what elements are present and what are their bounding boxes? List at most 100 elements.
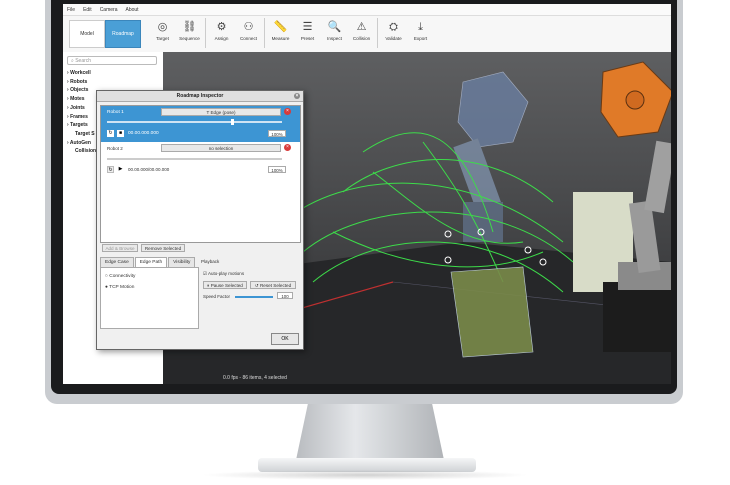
toolbar-separator <box>264 18 265 48</box>
robot-1-timeline-handle[interactable] <box>231 119 234 125</box>
door-panel[interactable] <box>450 266 534 358</box>
validate-icon: ⛭ <box>389 21 398 33</box>
tool-target-button[interactable]: ◎ Target <box>149 18 176 50</box>
speed-factor-slider[interactable] <box>235 296 273 298</box>
tree-item[interactable]: › Objects <box>67 86 96 95</box>
robot-2-speed[interactable]: 100% <box>268 166 286 173</box>
reset-selected-button[interactable]: ↺ Reset Selected <box>250 281 296 289</box>
tool-label: Validate <box>385 36 402 41</box>
loop-icon[interactable]: ↻ <box>107 130 114 137</box>
monitor-frame: File Edit Camera About Model Roadmap ◎ Ta… <box>45 0 683 404</box>
connect-icon: ⚇ <box>243 21 254 33</box>
search-input[interactable]: ⌕ Search <box>67 56 157 65</box>
tree-item-label: AutoGen <box>69 139 91 146</box>
tree-item-label: Objects <box>70 87 89 94</box>
robot-list: Robot 1 T Edge (pose) × ↻ ■ 00.00.000.00… <box>100 105 301 243</box>
tree-item[interactable]: › Joints <box>67 104 96 113</box>
viewport-status: 0.0 fps - 86 items, 4 selected <box>223 375 287 381</box>
robot-1-target-field[interactable]: T Edge (pose) <box>161 108 281 116</box>
add-browse-button[interactable]: Add & Browse <box>102 244 138 252</box>
tree-item[interactable]: › Motes <box>67 95 96 104</box>
dialog-tabs: Edge Case Edge Path Visibility <box>100 257 196 267</box>
tree-item[interactable]: Target S <box>67 130 96 139</box>
tree-item[interactable]: › Frames <box>67 113 96 122</box>
monitor-stand-neck <box>296 404 444 460</box>
tool-measure-button[interactable]: 📏 Measure <box>267 18 294 50</box>
robot-1-row[interactable]: Robot 1 T Edge (pose) × ↻ ■ 00.00.000.00… <box>101 106 300 142</box>
close-icon[interactable]: × <box>294 93 300 99</box>
menu-edit[interactable]: Edit <box>83 4 92 15</box>
tool-label: Measure <box>271 36 290 41</box>
ok-button[interactable]: OK <box>271 333 299 345</box>
tool-assign-button[interactable]: ⚙ Assign <box>208 18 235 50</box>
playback-panel: Playback ☑ Auto-play motions ⏸ Pause Sel… <box>201 257 299 327</box>
tool-inspect-button[interactable]: 🔍 Inspect <box>321 18 348 50</box>
tool-label: Assign <box>214 36 229 41</box>
tree-item[interactable]: › AutoGen <box>67 139 96 148</box>
toolbar-separator <box>205 18 206 48</box>
tool-export-button[interactable]: ⤓ Export <box>407 18 434 50</box>
tree-item-label: Frames <box>70 113 88 120</box>
robot-2-target-field[interactable]: no selection <box>161 144 281 152</box>
stop-icon[interactable]: ■ <box>117 130 124 137</box>
tool-connect-button[interactable]: ⚇ Connect <box>235 18 262 50</box>
robot-2-clear-icon[interactable]: × <box>284 144 291 151</box>
target-icon: ◎ <box>157 21 168 33</box>
autoplay-checkbox[interactable]: ☑ Auto-play motions <box>203 271 244 277</box>
tool-label: Inspect <box>327 36 342 41</box>
pause-selected-label: Pause Selected <box>210 283 243 288</box>
tool-group: ◎ Target ⛓ Sequence ⚙ Assign ⚇ Connect 📏 Measure ☰… <box>149 18 434 50</box>
tree-item[interactable]: › Robots <box>67 78 96 87</box>
tree-item-label: Motes <box>70 96 85 103</box>
tab-roadmap[interactable]: Roadmap <box>105 20 141 48</box>
play-icon[interactable]: ▶ <box>117 166 124 173</box>
measure-icon: 📏 <box>273 21 288 33</box>
tab-model[interactable]: Model <box>69 20 105 48</box>
robot-base-block <box>603 282 671 352</box>
tree-item[interactable]: › Workcell <box>67 69 96 78</box>
robot-1-timeline[interactable] <box>107 121 282 123</box>
roadmap-inspector-dialog[interactable]: Roadmap Inspector × Robot 1 T Edge (pose… <box>96 90 304 350</box>
inspect-icon: 🔍 <box>327 21 342 33</box>
tool-label: Target <box>156 36 169 41</box>
radio-connectivity[interactable]: ○ Connectivity <box>105 274 135 279</box>
loop-icon[interactable]: ↻ <box>107 166 114 173</box>
tool-preset-button[interactable]: ☰ Preset <box>294 18 321 50</box>
menu-file[interactable]: File <box>67 4 75 15</box>
assign-icon: ⚙ <box>216 21 227 33</box>
robot-2-timeline[interactable] <box>107 158 282 160</box>
tool-label: Connect <box>239 36 258 41</box>
menu-about[interactable]: About <box>125 4 138 15</box>
tool-collision-button[interactable]: ⚠ Collision <box>348 18 375 50</box>
tab-edge-path[interactable]: Edge Path <box>134 257 168 267</box>
tree-item[interactable]: Collision <box>67 147 96 156</box>
speed-factor-input[interactable]: 100 <box>277 292 293 299</box>
edge-path-panel: ○ Connectivity ● TCP Motion <box>100 267 199 329</box>
radio-connectivity-label: Connectivity <box>109 274 136 279</box>
tool-validate-button[interactable]: ⛭ Validate <box>380 18 407 50</box>
scene-tree: › Workcell › Robots › Objects › Motes › Join… <box>67 69 96 156</box>
tab-edge-case[interactable]: Edge Case <box>100 257 134 267</box>
monitor-bezel: File Edit Camera About Model Roadmap ◎ Ta… <box>51 0 677 394</box>
tab-visibility[interactable]: Visibility <box>168 257 196 267</box>
tool-label: Collision <box>352 36 371 41</box>
pause-selected-button[interactable]: ⏸ Pause Selected <box>203 281 247 289</box>
tool-sequence-button[interactable]: ⛓ Sequence <box>176 18 203 50</box>
sequence-icon: ⛓ <box>182 21 197 33</box>
app-window: File Edit Camera About Model Roadmap ◎ Ta… <box>63 4 671 384</box>
robot-1-clear-icon[interactable]: × <box>284 108 291 115</box>
radio-tcp-motion-label: TCP Motion <box>109 285 135 290</box>
robot-1-ghost[interactable] <box>453 71 529 242</box>
menu-camera[interactable]: Camera <box>100 4 118 15</box>
radio-tcp-motion[interactable]: ● TCP Motion <box>105 285 134 290</box>
tool-label: Sequence <box>179 36 200 41</box>
dialog-titlebar[interactable]: Roadmap Inspector × <box>97 91 303 102</box>
robot-1-speed[interactable]: 100% <box>268 130 286 137</box>
speed-factor-fill <box>235 296 273 298</box>
stand-shadow <box>200 470 530 480</box>
tree-item[interactable]: › Targets <box>67 121 96 130</box>
tool-label: Preset <box>300 36 315 41</box>
tree-item-label: Workcell <box>70 70 91 76</box>
remove-selected-button[interactable]: Remove Selected <box>141 244 185 252</box>
tree-item-label: Joints <box>70 104 85 111</box>
